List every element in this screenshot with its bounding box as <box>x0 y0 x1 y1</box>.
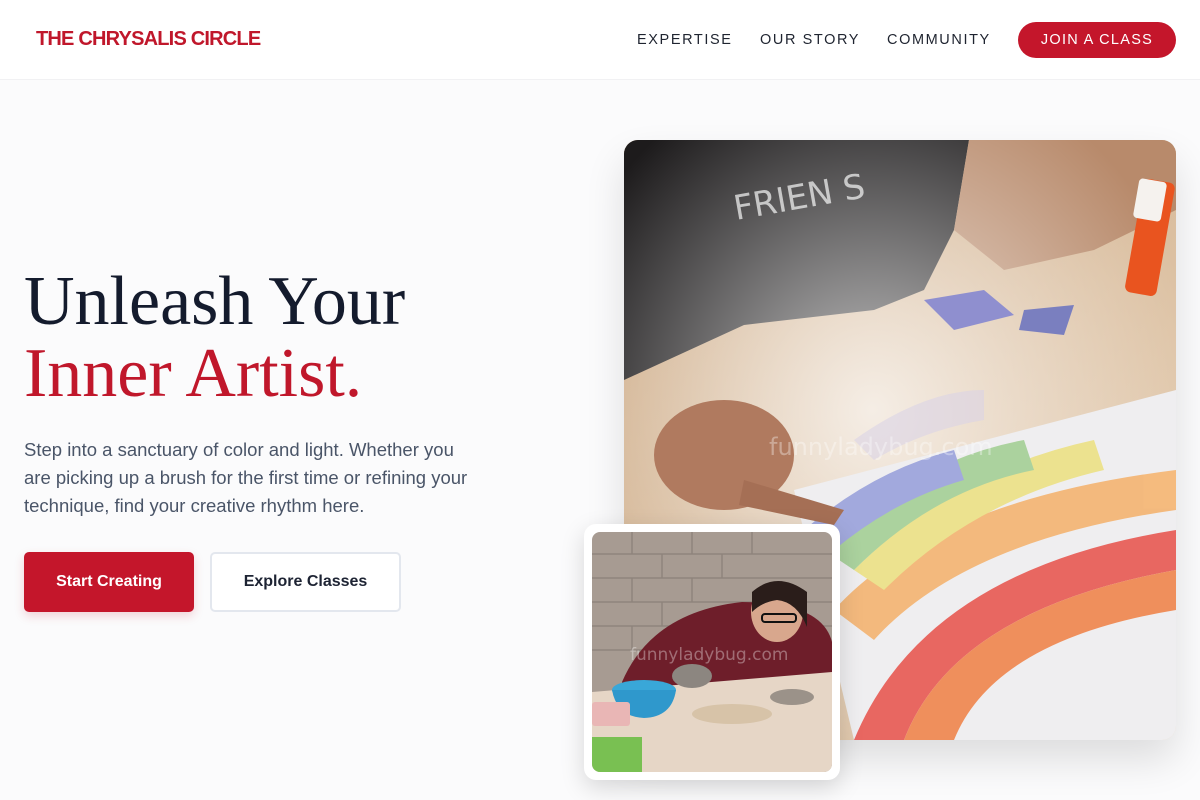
hero-title: Unleash Your Inner Artist. <box>24 266 405 410</box>
site-header: THE CHRYSALIS CIRCLE EXPERTISE OUR STORY… <box>0 0 1200 80</box>
nav-link-expertise[interactable]: EXPERTISE <box>637 32 733 48</box>
secondary-photo-watermark: funnyladybug.com <box>630 645 788 665</box>
secondary-photo-card: funnyladybug.com <box>584 524 840 780</box>
start-creating-button[interactable]: Start Creating <box>24 552 194 612</box>
hero-title-line1: Unleash Your <box>24 263 406 340</box>
secondary-photo: funnyladybug.com <box>592 532 832 772</box>
nav-link-community[interactable]: COMMUNITY <box>887 32 991 48</box>
nav-link-our-story[interactable]: OUR STORY <box>760 32 860 48</box>
brand-logo[interactable]: THE CHRYSALIS CIRCLE <box>36 28 261 51</box>
hero-title-line2: Inner Artist. <box>24 335 363 412</box>
explore-classes-button[interactable]: Explore Classes <box>210 552 401 612</box>
hero-description: Step into a sanctuary of color and light… <box>24 439 468 516</box>
join-class-button[interactable]: JOIN A CLASS <box>1018 22 1176 58</box>
main-photo-watermark: funnyladybug.com <box>769 433 993 461</box>
